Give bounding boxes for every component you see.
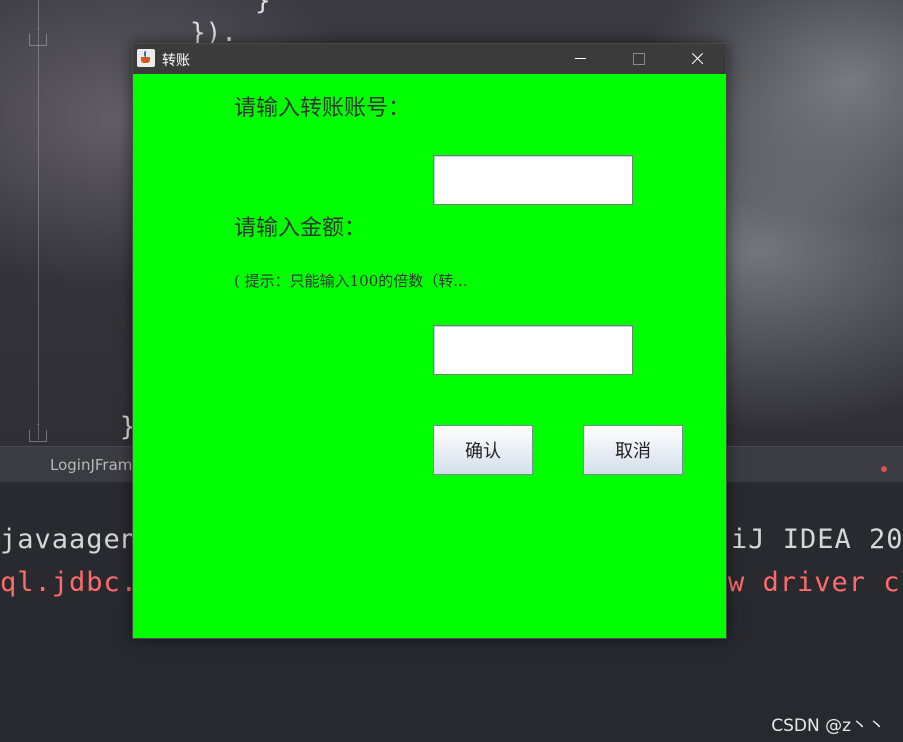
java-cup-icon: [137, 49, 155, 67]
amount-input[interactable]: [433, 325, 633, 375]
account-label: 请输入转账账号：: [234, 96, 411, 121]
form-panel: 请输入转账账号： 请输入金额： ( 提示：只能输入100的倍数（转... 确认 …: [133, 74, 726, 638]
window-title: 转账: [162, 53, 190, 69]
maximize-button[interactable]: [610, 44, 668, 74]
watermark: CSDN @z丶丶: [771, 716, 885, 736]
cancel-button[interactable]: 取消: [583, 425, 683, 475]
console-line: iJ IDEA 201: [731, 524, 903, 555]
confirm-button[interactable]: 确认: [433, 425, 533, 475]
window-titlebar[interactable]: 转账: [133, 44, 726, 74]
amount-label: 请输入金额：: [234, 216, 367, 241]
amount-hint: ( 提示：只能输入100的倍数（转...: [234, 272, 468, 290]
code-brace: }: [255, 0, 271, 16]
console-error-line: w driver cl: [728, 567, 903, 598]
editor-tab-loginjframe[interactable]: LoginJFram: [50, 456, 132, 474]
account-input[interactable]: [433, 155, 633, 205]
minimize-button[interactable]: [551, 44, 609, 74]
editor-gutter-line: [38, 0, 39, 440]
console-line: javaagen: [0, 524, 139, 555]
close-button[interactable]: [668, 44, 726, 74]
error-indicator-icon: [881, 466, 887, 472]
console-error-line: ql.jdbc.: [0, 567, 139, 598]
transfer-window: 转账 请输入转账账号： 请输入金额： ( 提示：只能输入100的倍数（转... …: [132, 43, 727, 639]
